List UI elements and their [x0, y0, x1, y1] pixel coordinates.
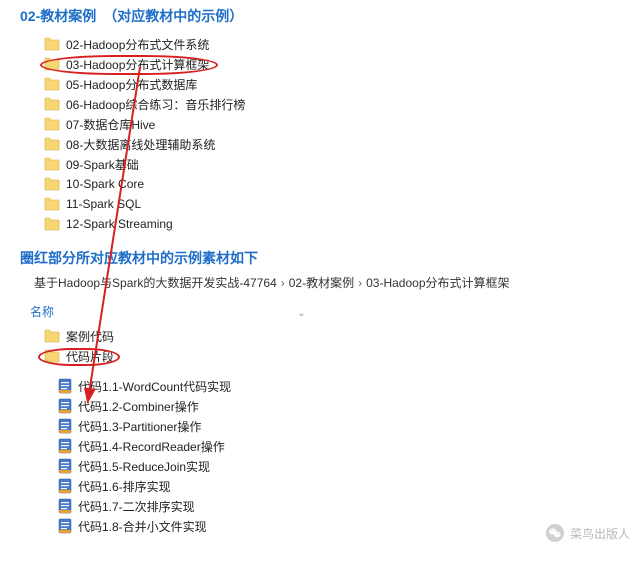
folder-list-1: 02-Hadoop分布式文件系统 03-Hadoop分布式计算框架 05-Hadoo…: [0, 30, 640, 242]
folder-item[interactable]: 10-Spark Core: [44, 174, 640, 194]
folder-item[interactable]: 12-Spark Streaming: [44, 214, 640, 234]
chevron-right-icon: ›: [281, 276, 285, 290]
folder-label: 11-Spark SQL: [66, 197, 141, 211]
file-label: 代码1.2-Combiner操作: [78, 398, 199, 415]
folder-item[interactable]: 05-Hadoop分布式数据库: [44, 74, 640, 94]
folder-icon: [44, 57, 60, 71]
file-item[interactable]: 代码1.3-Partitioner操作: [58, 416, 640, 436]
file-label: 代码1.1-WordCount代码实现: [78, 378, 231, 395]
folder-label: 10-Spark Core: [66, 177, 144, 191]
footer-brand: 菜鸟出版人: [546, 524, 630, 542]
sub-folder-list: 案例代码代码片段: [0, 324, 640, 376]
column-header-name[interactable]: 名称 ⌄: [0, 297, 640, 324]
section1-title: 02-教材案例 （对应教材中的示例）: [0, 0, 640, 30]
document-icon: [58, 418, 72, 434]
folder-icon: [44, 329, 60, 343]
folder-label: 08-大数据离线处理辅助系统: [66, 136, 215, 153]
document-icon: [58, 518, 72, 534]
document-icon: [58, 478, 72, 494]
file-label: 代码1.8-合并小文件实现: [78, 518, 207, 535]
folder-label: 12-Spark Streaming: [66, 217, 173, 231]
document-icon: [58, 398, 72, 414]
chevron-right-icon: ›: [358, 276, 362, 290]
folder-label: 07-数据仓库Hive: [66, 116, 155, 133]
folder-item[interactable]: 11-Spark SQL: [44, 194, 640, 214]
footer-text: 菜鸟出版人: [570, 525, 630, 542]
document-icon: [58, 378, 72, 394]
file-label: 代码1.5-ReduceJoin实现: [78, 458, 210, 475]
section2-title: 圈红部分所对应教材中的示例素材如下: [0, 242, 640, 272]
folder-item[interactable]: 代码片段: [44, 346, 640, 366]
folder-item[interactable]: 案例代码: [44, 326, 640, 346]
breadcrumb-segment[interactable]: 03-Hadoop分布式计算框架: [366, 274, 509, 291]
folder-label: 02-Hadoop分布式文件系统: [66, 36, 209, 53]
folder-icon: [44, 137, 60, 151]
folder-item[interactable]: 07-数据仓库Hive: [44, 114, 640, 134]
folder-label: 09-Spark基础: [66, 156, 139, 173]
file-label: 代码1.6-排序实现: [78, 478, 171, 495]
document-icon: [58, 438, 72, 454]
breadcrumb-segment[interactable]: 基于Hadoop与Spark的大数据开发实战-47764: [34, 274, 277, 291]
folder-icon: [44, 197, 60, 211]
file-item[interactable]: 代码1.7-二次排序实现: [58, 496, 640, 516]
folder-icon: [44, 349, 60, 363]
folder-icon: [44, 117, 60, 131]
folder-icon: [44, 77, 60, 91]
folder-item[interactable]: 02-Hadoop分布式文件系统: [44, 34, 640, 54]
file-item[interactable]: 代码1.2-Combiner操作: [58, 396, 640, 416]
sort-caret-icon: ⌄: [297, 308, 305, 319]
file-item[interactable]: 代码1.5-ReduceJoin实现: [58, 456, 640, 476]
folder-icon: [44, 97, 60, 111]
folder-label: 03-Hadoop分布式计算框架: [66, 56, 209, 73]
folder-icon: [44, 157, 60, 171]
folder-icon: [44, 217, 60, 231]
file-item[interactable]: 代码1.1-WordCount代码实现: [58, 376, 640, 396]
folder-item[interactable]: 09-Spark基础: [44, 154, 640, 174]
file-item[interactable]: 代码1.4-RecordReader操作: [58, 436, 640, 456]
breadcrumb-segment[interactable]: 02-教材案例: [289, 274, 354, 291]
file-list: 代码1.1-WordCount代码实现代码1.2-Combiner操作代码1.3…: [0, 376, 640, 546]
file-item[interactable]: 代码1.6-排序实现: [58, 476, 640, 496]
folder-item[interactable]: 06-Hadoop综合练习：音乐排行榜: [44, 94, 640, 114]
folder-label: 05-Hadoop分布式数据库: [66, 76, 197, 93]
folder-item[interactable]: 08-大数据离线处理辅助系统: [44, 134, 640, 154]
folder-label: 06-Hadoop综合练习：音乐排行榜: [66, 96, 245, 113]
name-label: 名称: [30, 305, 54, 319]
breadcrumb[interactable]: 基于Hadoop与Spark的大数据开发实战-47764 › 02-教材案例 ›…: [0, 272, 640, 297]
file-label: 代码1.3-Partitioner操作: [78, 418, 201, 435]
file-label: 代码1.7-二次排序实现: [78, 498, 195, 515]
folder-item[interactable]: 03-Hadoop分布式计算框架: [44, 54, 640, 74]
document-icon: [58, 458, 72, 474]
document-icon: [58, 498, 72, 514]
file-label: 代码1.4-RecordReader操作: [78, 438, 225, 455]
folder-icon: [44, 177, 60, 191]
wechat-icon: [546, 524, 564, 542]
folder-label: 代码片段: [66, 348, 114, 365]
folder-icon: [44, 37, 60, 51]
folder-label: 案例代码: [66, 328, 114, 345]
